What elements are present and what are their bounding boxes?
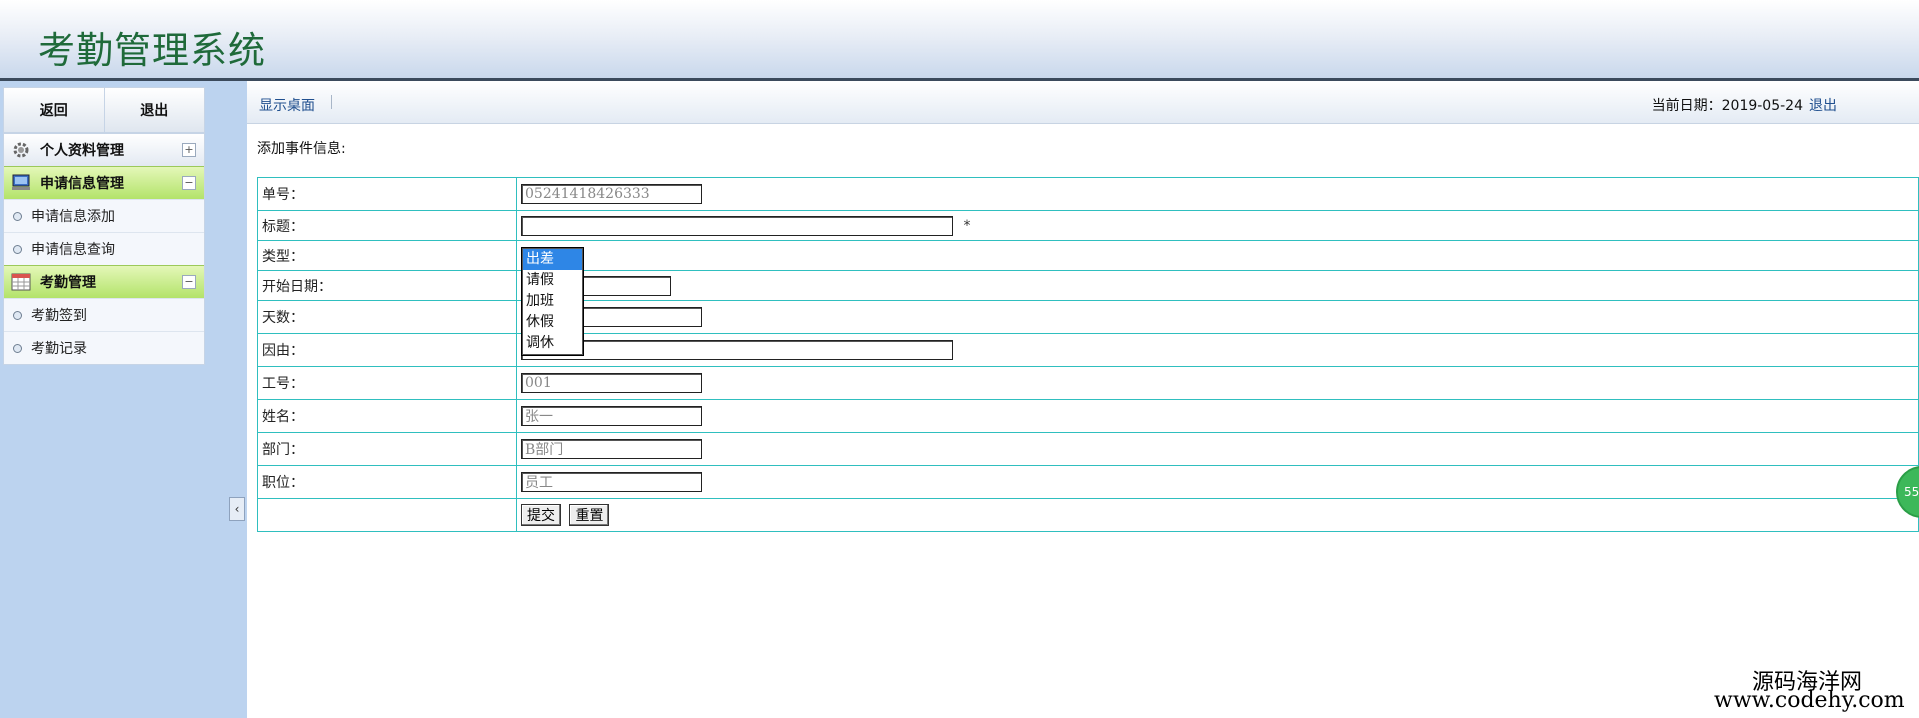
button-cell: 提交 重置 <box>516 498 1919 532</box>
back-button[interactable]: 返回 <box>4 88 105 132</box>
exit-button[interactable]: 退出 <box>104 88 204 132</box>
name-field[interactable] <box>521 406 702 426</box>
emp-no-cell <box>516 366 1919 400</box>
start-date-cell <box>516 270 1919 301</box>
days-label: 天数： <box>257 300 517 334</box>
table-row: 类型： <box>257 240 1919 271</box>
reason-label: 因由： <box>257 333 517 367</box>
name-label: 姓名： <box>257 399 517 433</box>
order-no-cell <box>516 177 1919 211</box>
calendar-icon <box>10 272 32 292</box>
sidebar-group-applications[interactable]: 申请信息管理 − <box>4 166 204 199</box>
department-cell <box>516 432 1919 466</box>
sidebar-item-application-add[interactable]: 申请信息添加 <box>4 199 204 232</box>
position-field[interactable] <box>521 472 702 492</box>
watermark-url: www.codehy.com <box>1714 688 1905 713</box>
sidebar-item-application-query[interactable]: 申请信息查询 <box>4 232 204 265</box>
table-row: 单号： <box>257 177 1919 211</box>
table-row: 职位： <box>257 465 1919 499</box>
reset-button[interactable]: 重置 <box>569 504 610 526</box>
empty-cell <box>257 498 517 532</box>
position-label: 职位： <box>257 465 517 499</box>
dropdown-option[interactable]: 休假 <box>523 312 582 333</box>
bullet-icon <box>13 343 22 353</box>
header-banner: 考勤管理系统 <box>0 0 1919 81</box>
table-row: 部门： <box>257 432 1919 466</box>
table-row: 提交 重置 <box>257 498 1919 532</box>
bullet-icon <box>13 211 22 221</box>
title-cell: * <box>516 210 1919 241</box>
table-row: 天数： <box>257 300 1919 334</box>
collapse-icon[interactable]: − <box>182 275 196 289</box>
order-no-label: 单号： <box>257 177 517 211</box>
sidebar-item-label: 申请信息添加 <box>31 209 115 225</box>
start-date-label: 开始日期： <box>257 270 517 301</box>
logout-link[interactable]: 退出 <box>1809 95 1837 115</box>
bullet-icon <box>13 310 22 320</box>
type-cell <box>516 240 1919 271</box>
dropdown-option[interactable]: 调休 <box>523 333 582 354</box>
table-row: 标题： * <box>257 210 1919 241</box>
position-cell <box>516 465 1919 499</box>
days-cell <box>516 300 1919 334</box>
sidebar: 返回 退出 个人资料管理 + 申请信息管理 − 申请信息添加 申请信息查询 考勤… <box>0 81 247 718</box>
sidebar-group-attendance[interactable]: 考勤管理 − <box>4 265 204 298</box>
sidebar-group-label: 个人资料管理 <box>40 143 124 159</box>
table-row: 工号： <box>257 366 1919 400</box>
sidebar-item-records[interactable]: 考勤记录 <box>4 331 204 364</box>
computer-icon <box>10 173 32 193</box>
collapse-icon[interactable]: − <box>182 176 196 190</box>
sidebar-collapse-handle[interactable]: ‹ <box>229 497 245 521</box>
expand-icon[interactable]: + <box>182 143 196 157</box>
dropdown-option[interactable]: 出差 <box>523 249 582 270</box>
main-content: 显示桌面 当前日期：2019-05-24 退出 添加事件信息: 单号： 标题： … <box>247 81 1919 718</box>
required-mark: * <box>963 217 971 234</box>
table-row: 姓名： <box>257 399 1919 433</box>
bullet-icon <box>13 244 22 254</box>
type-dropdown-list[interactable]: 出差 请假 加班 休假 调休 <box>521 247 584 356</box>
submit-button[interactable]: 提交 <box>521 504 561 526</box>
sidebar-group-profile[interactable]: 个人资料管理 + <box>4 133 204 166</box>
section-title: 添加事件信息: <box>257 141 346 157</box>
dropdown-option[interactable]: 请假 <box>523 270 582 291</box>
top-bar: 显示桌面 当前日期：2019-05-24 退出 <box>247 81 1919 124</box>
emp-no-label: 工号： <box>257 366 517 400</box>
divider <box>331 95 332 109</box>
emp-no-field[interactable] <box>521 373 702 393</box>
order-no-field[interactable] <box>521 184 702 204</box>
sidebar-item-label: 考勤签到 <box>31 308 87 324</box>
show-desktop-link[interactable]: 显示桌面 <box>259 95 315 115</box>
event-form-table: 单号： 标题： * 类型： 开始日期： 天数： <box>257 177 1919 532</box>
type-label: 类型： <box>257 240 517 271</box>
title-field[interactable] <box>521 215 953 236</box>
sidebar-group-label: 申请信息管理 <box>40 176 124 192</box>
department-field[interactable] <box>521 439 702 459</box>
sidebar-group-label: 考勤管理 <box>40 275 96 291</box>
table-row: 开始日期： <box>257 270 1919 301</box>
reason-cell <box>516 333 1919 367</box>
table-row: 因由： <box>257 333 1919 367</box>
title-label: 标题： <box>257 210 517 241</box>
sidebar-panel: 返回 退出 个人资料管理 + 申请信息管理 − 申请信息添加 申请信息查询 考勤… <box>3 87 205 365</box>
name-cell <box>516 399 1919 433</box>
dropdown-option[interactable]: 加班 <box>523 291 582 312</box>
sidebar-item-checkin[interactable]: 考勤签到 <box>4 298 204 331</box>
gear-icon <box>10 140 32 160</box>
department-label: 部门： <box>257 432 517 466</box>
sidebar-item-label: 申请信息查询 <box>31 242 115 258</box>
reason-field[interactable] <box>521 340 953 360</box>
current-date: 当前日期：2019-05-24 <box>1651 98 1803 114</box>
sidebar-item-label: 考勤记录 <box>31 341 87 357</box>
app-title: 考勤管理系统 <box>38 29 266 72</box>
sidebar-button-row: 返回 退出 <box>4 88 204 133</box>
